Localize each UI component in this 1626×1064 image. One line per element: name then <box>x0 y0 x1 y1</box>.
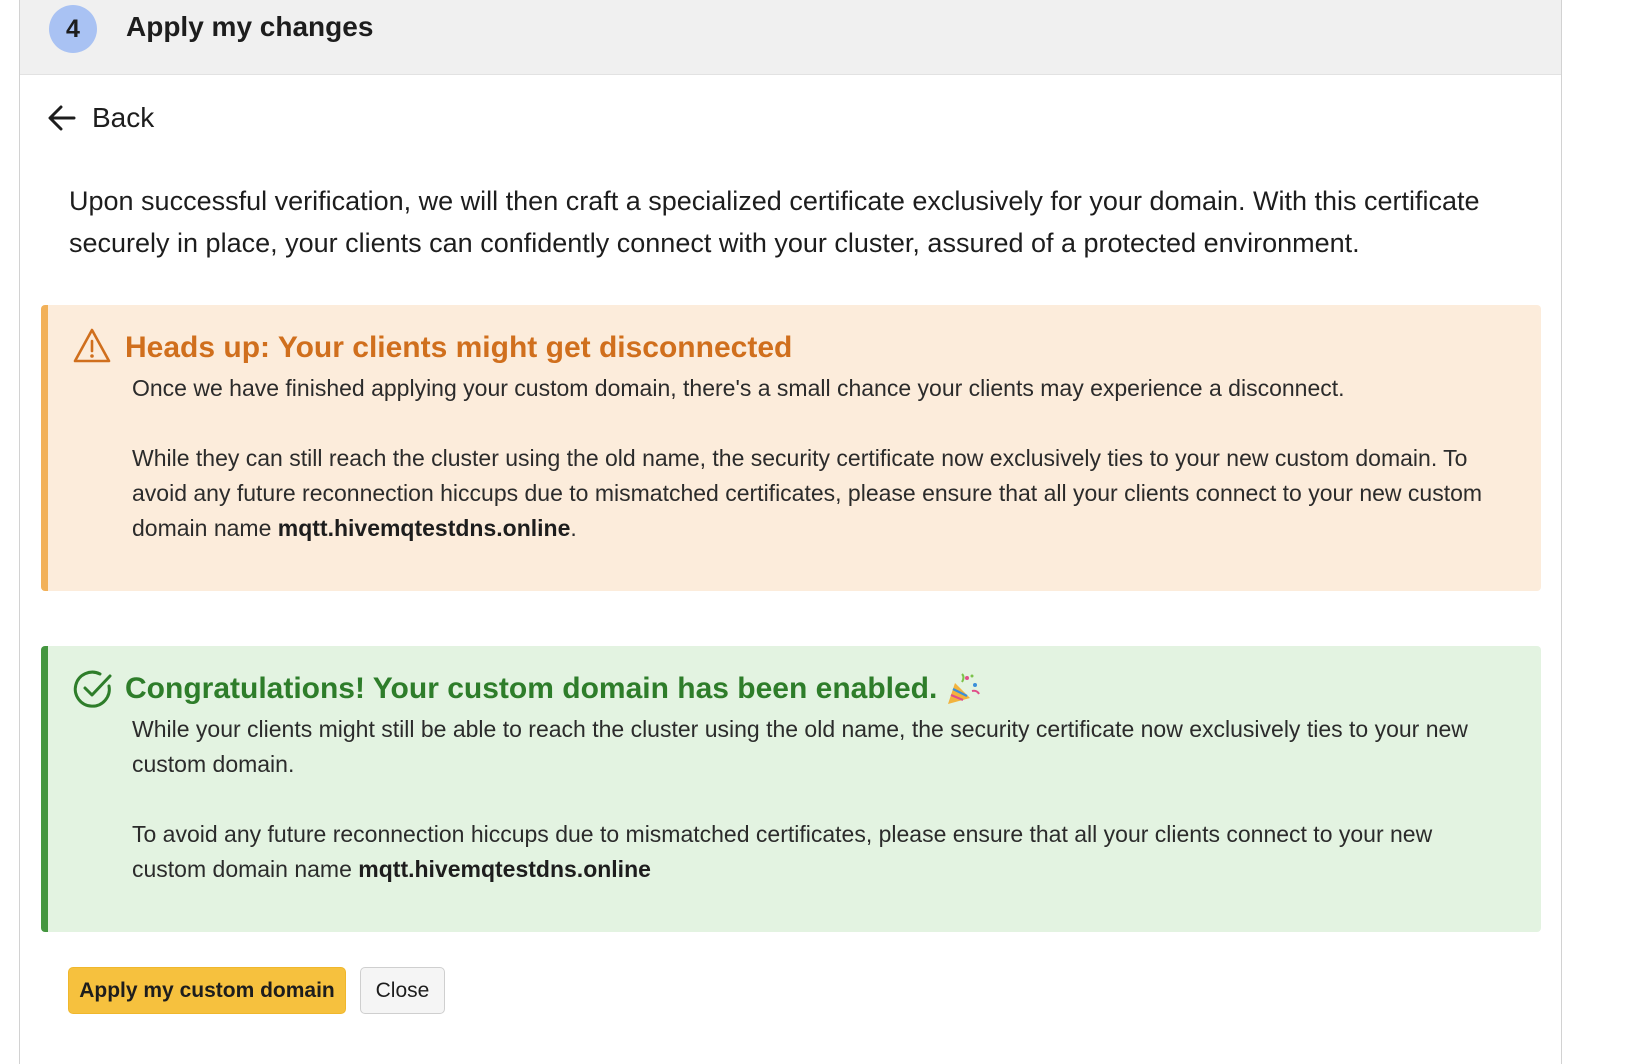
apply-custom-domain-button[interactable]: Apply my custom domain <box>68 967 346 1014</box>
party-popper-icon <box>948 673 981 705</box>
success-paragraph-2: To avoid any future reconnection hiccups… <box>132 817 1492 887</box>
success-domain-name: mqtt.hivemqtestdns.online <box>358 856 651 882</box>
step-number-badge: 4 <box>49 5 97 53</box>
warning-paragraph-2: While they can still reach the cluster u… <box>132 441 1492 546</box>
success-title: Congratulations! Your custom domain has … <box>125 672 938 705</box>
intro-text: Upon successful verification, we will th… <box>69 186 1480 258</box>
back-button[interactable]: Back <box>46 98 154 138</box>
success-title-row: Congratulations! Your custom domain has … <box>125 672 981 707</box>
back-label: Back <box>92 102 155 133</box>
warning-domain-name: mqtt.hivemqtestdns.online <box>277 515 571 541</box>
success-paragraph-2-text: To avoid any future reconnection hiccups… <box>132 821 1433 882</box>
check-circle-icon <box>73 670 112 708</box>
step-panel: 4 Apply my changes Back Upon successful … <box>19 0 1562 1064</box>
warning-paragraph-1: Once we have finished applying your cust… <box>132 375 1345 401</box>
warning-body: Once we have finished applying your cust… <box>132 371 1492 546</box>
close-button[interactable]: Close <box>360 967 445 1014</box>
warning-paragraph-2-suffix: . <box>570 515 577 541</box>
warning-triangle-icon <box>73 328 111 363</box>
warning-alert: Heads up: Your clients might get disconn… <box>41 305 1541 591</box>
arrow-left-icon <box>48 105 76 131</box>
success-body: While your clients might still be able t… <box>132 712 1492 887</box>
step-title: Apply my changes <box>126 11 374 42</box>
step-header: 4 Apply my changes <box>20 0 1561 75</box>
warning-title: Heads up: Your clients might get disconn… <box>125 331 793 364</box>
success-paragraph-1: While your clients might still be able t… <box>132 716 1468 777</box>
success-alert: Congratulations! Your custom domain has … <box>41 646 1541 932</box>
